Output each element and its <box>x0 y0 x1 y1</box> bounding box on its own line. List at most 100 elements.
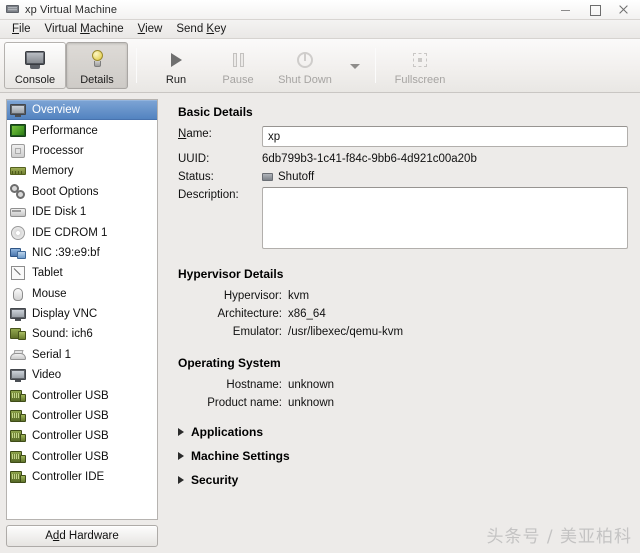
sidebar-item-video[interactable]: Video <box>7 365 157 385</box>
lightbulb-icon <box>85 48 109 72</box>
sidebar-item-label: Performance <box>32 124 98 137</box>
menu-virtual-machine[interactable]: Virtual Machine <box>38 22 131 36</box>
sidebar-item-boot-options[interactable]: Boot Options <box>7 182 157 202</box>
sidebar-item-label: Controller USB <box>32 389 109 402</box>
status-badge: Shutoff <box>262 169 314 183</box>
shutoff-monitor-icon <box>262 173 273 181</box>
sidebar-item-mouse[interactable]: Mouse <box>7 284 157 304</box>
sidebar-item-ide-disk-1[interactable]: IDE Disk 1 <box>7 202 157 222</box>
chevron-right-icon <box>178 452 184 460</box>
product-name-value: unknown <box>288 397 335 409</box>
emulator-row: Emulator: /usr/libexec/qemu-kvm <box>178 324 628 338</box>
chevron-right-icon <box>178 476 184 484</box>
chevron-right-icon <box>178 428 184 436</box>
maximize-button[interactable] <box>588 3 601 16</box>
add-hardware-label: Add Hardware <box>45 530 119 542</box>
hypervisor-details-group: Hypervisor: kvm Architecture: x86_64 Emu… <box>178 288 628 338</box>
sidebar-item-label: Video <box>32 369 62 382</box>
sidebar-item-controller-usb-3[interactable]: Controller USB <box>7 426 157 446</box>
emulator-label: Emulator: <box>232 326 282 338</box>
toolbar-console-label: Console <box>14 73 56 86</box>
sidebar-item-sound[interactable]: Sound: ich6 <box>7 324 157 344</box>
sidebar-item-label: Overview <box>32 104 80 117</box>
product-name-row: Product name: unknown <box>178 395 628 409</box>
emulator-value: /usr/libexec/qemu-kvm <box>288 326 404 338</box>
cdrom-icon <box>10 225 26 241</box>
sidebar-item-label: Mouse <box>32 287 67 300</box>
expander-machine-settings[interactable]: Machine Settings <box>178 449 628 463</box>
toolbar-shutdown-menu-button <box>341 42 367 89</box>
chevron-down-icon <box>342 55 366 79</box>
toolbar-run-button[interactable]: Run <box>145 42 207 89</box>
toolbar-separator-2 <box>375 48 376 83</box>
sidebar-column: Overview Performance Processor Memory Bo… <box>6 99 158 547</box>
sidebar-item-ide-cdrom-1[interactable]: IDE CDROM 1 <box>7 222 157 242</box>
description-label: Description: <box>178 189 239 201</box>
minimize-button[interactable] <box>559 3 572 16</box>
sidebar-item-memory[interactable]: Memory <box>7 161 157 181</box>
add-hardware-button[interactable]: Add Hardware <box>6 525 158 547</box>
toolbar-fullscreen-label: Fullscreen <box>394 73 446 86</box>
video-icon <box>10 367 26 383</box>
toolbar-pause-button: Pause <box>207 42 269 89</box>
menu-send-key[interactable]: Send Key <box>169 22 233 36</box>
expander-applications-label: Applications <box>191 425 264 439</box>
virt-manager-window: xp Virtual Machine File Virtual Machine … <box>0 0 640 553</box>
toolbar-shutdown-label: Shut Down <box>278 73 332 86</box>
hardware-list[interactable]: Overview Performance Processor Memory Bo… <box>6 99 158 520</box>
status-value: Shutoff <box>278 171 315 183</box>
basic-details-group: Name: xp UUID: 6db799b3-1c41-f84c-9bb6-4… <box>178 126 628 249</box>
menu-view[interactable]: View <box>131 22 170 36</box>
sidebar-item-controller-usb-4[interactable]: Controller USB <box>7 447 157 467</box>
menu-file[interactable]: File <box>5 22 38 36</box>
architecture-value: x86_64 <box>288 308 326 320</box>
name-input[interactable]: xp <box>262 126 628 147</box>
screen-icon <box>10 102 26 118</box>
toolbar-details-button[interactable]: Details <box>66 42 128 89</box>
product-name-label: Product name: <box>207 397 282 409</box>
hostname-value: unknown <box>288 379 335 391</box>
vm-monitor-icon <box>6 4 19 15</box>
expander-applications[interactable]: Applications <box>178 425 628 439</box>
tablet-icon <box>10 265 26 281</box>
sidebar-item-controller-ide[interactable]: Controller IDE <box>7 467 157 487</box>
sidebar-item-processor[interactable]: Processor <box>7 141 157 161</box>
toolbar: Console Details Run Pause Shut Down Full… <box>0 39 640 93</box>
pause-icon <box>226 48 250 72</box>
toolbar-run-label: Run <box>165 73 187 86</box>
hypervisor-details-title: Hypervisor Details <box>178 267 284 281</box>
window-controls <box>559 3 636 16</box>
close-button[interactable] <box>617 3 630 16</box>
sidebar-item-serial-1[interactable]: Serial 1 <box>7 345 157 365</box>
sidebar-item-tablet[interactable]: Tablet <box>7 263 157 283</box>
sidebar-item-controller-usb-2[interactable]: Controller USB <box>7 406 157 426</box>
operating-system-title: Operating System <box>178 356 281 370</box>
sidebar-item-label: Memory <box>32 165 74 178</box>
expander-security[interactable]: Security <box>178 473 628 487</box>
monitor-icon <box>23 48 47 72</box>
ide-icon <box>10 469 26 485</box>
sidebar-item-overview[interactable]: Overview <box>7 100 157 121</box>
sidebar-item-label: Controller IDE <box>32 471 105 484</box>
sidebar-item-performance[interactable]: Performance <box>7 120 157 140</box>
window-title: xp Virtual Machine <box>25 3 118 16</box>
details-pane: Basic Details Name: xp UUID: 6db799b3-1c… <box>166 99 636 547</box>
sidebar-item-display-vnc[interactable]: Display VNC <box>7 304 157 324</box>
description-textarea[interactable] <box>262 187 628 249</box>
operating-system-group: Hostname: unknown Product name: unknown <box>178 377 628 409</box>
sidebar-item-label: IDE Disk 1 <box>32 206 87 219</box>
toolbar-console-button[interactable]: Console <box>4 42 66 89</box>
sound-icon <box>10 326 26 342</box>
usb-icon <box>10 449 26 465</box>
sidebar-item-controller-usb-1[interactable]: Controller USB <box>7 385 157 405</box>
sidebar-item-nic[interactable]: NIC :39:e9:bf <box>7 243 157 263</box>
name-label: Name: <box>178 128 212 140</box>
sidebar-item-label: Boot Options <box>32 185 99 198</box>
status-row: Status: Shutoff <box>178 169 628 183</box>
power-icon <box>293 48 317 72</box>
harddisk-icon <box>10 204 26 220</box>
toolbar-fullscreen-button: Fullscreen <box>384 42 456 89</box>
display-icon <box>10 306 26 322</box>
